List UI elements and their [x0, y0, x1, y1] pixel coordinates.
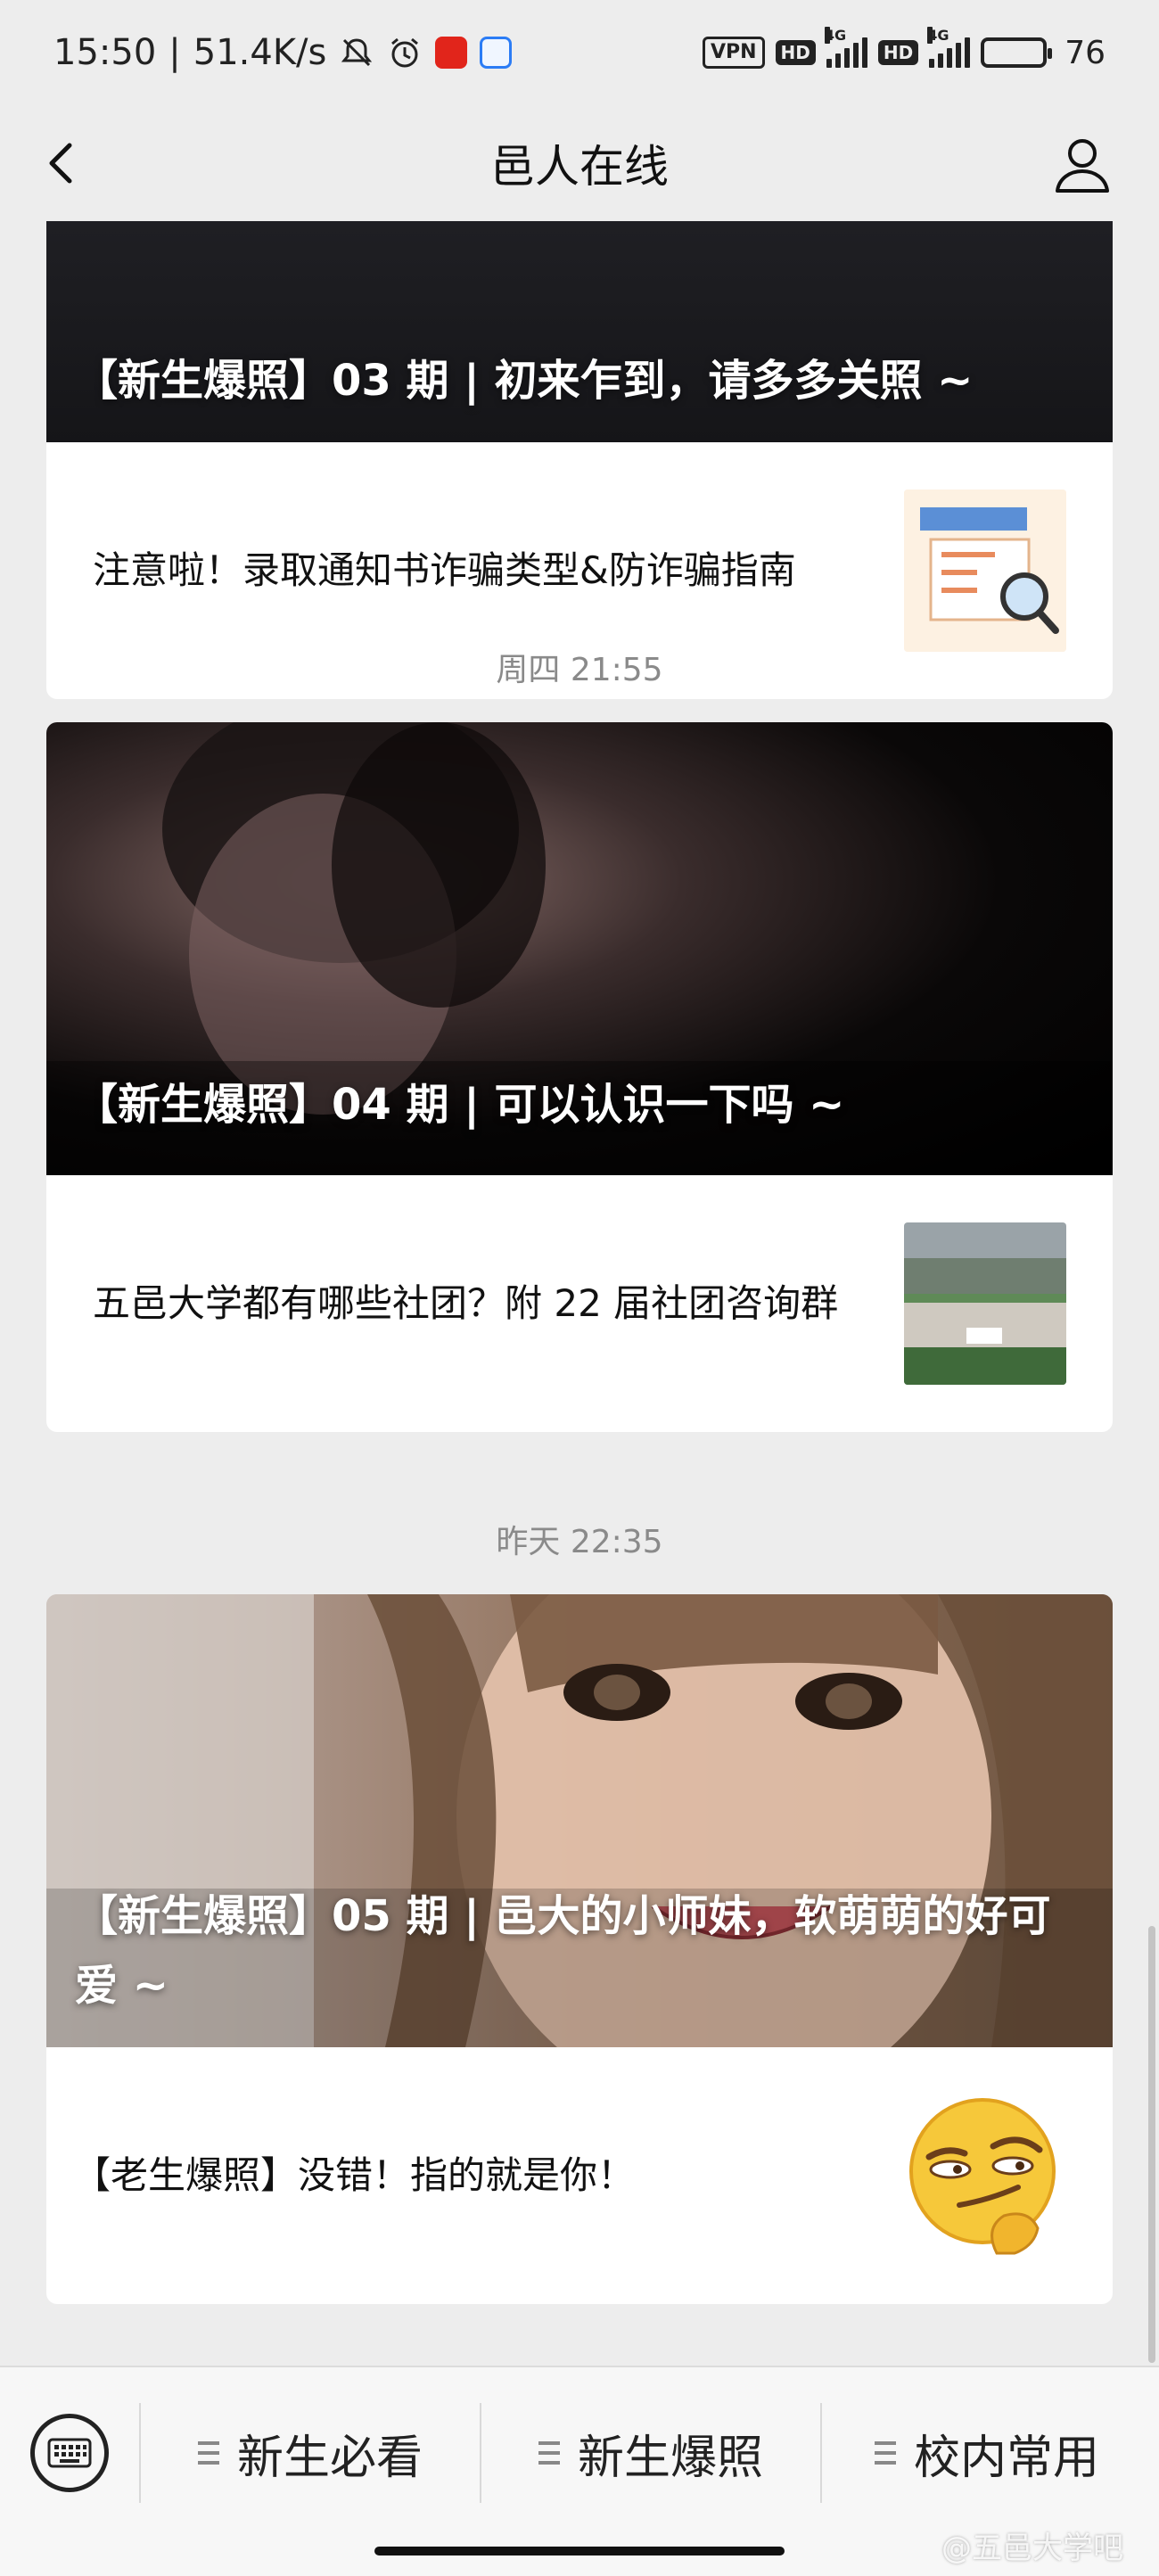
battery-icon — [981, 37, 1053, 68]
article-sub-title-1: 注意啦！录取通知书诈骗类型&防诈骗指南 — [93, 548, 796, 592]
article-sub-item-2[interactable]: 五邑大学都有哪些社团？附 22 届社团咨询群 — [46, 1175, 1113, 1432]
status-net-speed: 51.4K/s — [193, 32, 327, 73]
alarm-icon — [391, 37, 419, 68]
scrollbar[interactable] — [1148, 1926, 1155, 2363]
article-card-2: 【新生爆照】04 期 | 可以认识一下吗 ~ 五邑大学都有哪些社团？附 22 届… — [46, 722, 1113, 1432]
mute-bell-icon — [341, 38, 373, 67]
menu-item-label: 新生爆照 — [577, 2431, 763, 2485]
menu-item-freshman-must-see[interactable]: 新生必看 — [141, 2403, 480, 2503]
signal-icon-2: 4G — [927, 27, 971, 68]
menu-list-icon — [874, 2441, 896, 2465]
menu-list-icon — [538, 2441, 560, 2465]
baidu-netdisk-icon — [480, 37, 513, 69]
menu-item-campus-common[interactable]: 校内常用 — [822, 2403, 1152, 2503]
home-indicator[interactable] — [374, 2547, 785, 2555]
netease-music-icon — [435, 37, 468, 69]
user-profile-icon[interactable] — [1050, 132, 1114, 196]
article-card-3: 【新生爆照】05 期 | 邑大的小师妹，软萌萌的好可爱 ~ 【老生爆照】没错！指… — [46, 1594, 1113, 2304]
menu-list-icon — [197, 2441, 219, 2465]
back-arrow-icon[interactable] — [36, 136, 89, 190]
article-sub-item-3[interactable]: 【老生爆照】没错！指的就是你！ — [46, 2047, 1113, 2304]
anti-fraud-thumbnail — [904, 490, 1066, 652]
message-feed[interactable]: 【新生爆照】03 期 | 初来乍到，请多多关照 ~ 注意啦！录取通知书诈骗类型&… — [0, 221, 1159, 2366]
timestamp-2: 周四 21:55 — [496, 652, 663, 688]
article-cover-2[interactable]: 【新生爆照】04 期 | 可以认识一下吗 ~ — [46, 722, 1113, 1175]
smirk-emoji-thumbnail — [904, 2095, 1066, 2257]
article-sub-title-2: 五邑大学都有哪些社团？附 22 届社团咨询群 — [93, 1281, 839, 1325]
club-group-photo-thumbnail — [904, 1222, 1066, 1385]
article-cover-3[interactable]: 【新生爆照】05 期 | 邑大的小师妹，软萌萌的好可爱 ~ — [46, 1594, 1113, 2047]
hd-badge-1: HD — [775, 40, 816, 65]
article-cover-title-2: 【新生爆照】04 期 | 可以认识一下吗 ~ — [75, 1080, 845, 1130]
page-title: 邑人在线 — [490, 141, 669, 193]
battery-percent: 76 — [1064, 34, 1106, 71]
status-separator: | — [169, 32, 181, 73]
article-sub-title-3: 【老生爆照】没错！指的就是你！ — [73, 2153, 636, 2197]
article-cover-1[interactable]: 【新生爆照】03 期 | 初来乍到，请多多关照 ~ — [46, 221, 1113, 442]
nav-bar: 邑人在线 — [0, 105, 1159, 221]
menu-item-freshman-photos[interactable]: 新生爆照 — [481, 2403, 820, 2503]
signal-icon-1: 4G — [824, 27, 867, 68]
vpn-badge: VPN — [702, 37, 765, 69]
status-time: 15:50 — [53, 32, 157, 73]
watermark-text: @五邑大学吧 — [941, 2531, 1123, 2566]
timestamp-3: 昨天 22:35 — [496, 1524, 663, 1560]
article-cover-title-3: 【新生爆照】05 期 | 邑大的小师妹，软萌萌的好可爱 ~ — [75, 1891, 1051, 2011]
article-cover-title-1: 【新生爆照】03 期 | 初来乍到，请多多关照 ~ — [75, 356, 974, 406]
menu-item-label: 新生必看 — [236, 2431, 423, 2485]
keyboard-icon — [47, 2438, 92, 2468]
menu-item-label: 校内常用 — [913, 2431, 1099, 2485]
keyboard-toggle-button[interactable] — [30, 2414, 109, 2492]
status-bar: 15:50 | 51.4K/s VPN HD 4G HD 4G 76 — [0, 0, 1159, 105]
article-card-1: 【新生爆照】03 期 | 初来乍到，请多多关照 ~ 注意啦！录取通知书诈骗类型&… — [46, 221, 1113, 699]
hd-badge-2: HD — [877, 40, 919, 65]
